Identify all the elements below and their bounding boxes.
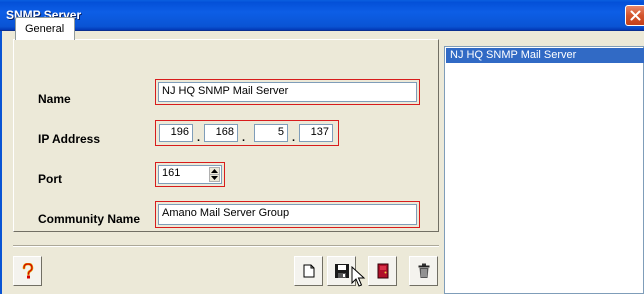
name-label: Name xyxy=(38,92,71,106)
close-icon xyxy=(630,10,641,21)
arrow-down-icon xyxy=(211,176,218,180)
ip-octet-3[interactable]: 5 xyxy=(254,124,288,142)
toolbar-separator xyxy=(13,245,439,247)
community-name-label: Community Name xyxy=(38,212,141,226)
ip-address-highlight-frame: 196 . 168 . 5 . 137 xyxy=(155,120,339,146)
port-label: Port xyxy=(38,172,62,186)
port-spinner[interactable] xyxy=(193,166,221,183)
spin-down-button[interactable] xyxy=(209,174,220,182)
title-bar[interactable]: SNMP Server xyxy=(0,0,644,31)
community-name-input[interactable]: Amano Mail Server Group xyxy=(158,204,417,225)
close-button[interactable] xyxy=(625,5,644,26)
tab-general-label: General xyxy=(25,23,65,35)
exit-door-icon xyxy=(377,263,388,279)
ip-octet-1[interactable]: 196 xyxy=(159,124,193,142)
new-document-icon xyxy=(303,264,314,278)
exit-button[interactable] xyxy=(368,256,397,286)
name-input[interactable]: NJ HQ SNMP Mail Server xyxy=(158,82,417,102)
ip-dot: . xyxy=(197,132,201,144)
help-icon xyxy=(22,263,33,279)
ip-octet-4[interactable]: 137 xyxy=(299,124,333,142)
arrow-up-icon xyxy=(211,169,218,173)
new-button[interactable] xyxy=(294,256,323,286)
tab-general[interactable]: General xyxy=(15,17,75,40)
delete-button[interactable] xyxy=(409,256,438,286)
snmp-server-window: SNMP Server General Name NJ HQ SNMP Mail… xyxy=(0,0,644,294)
server-list[interactable]: NJ HQ SNMP Mail Server xyxy=(444,46,644,294)
ip-dot: . xyxy=(292,132,296,144)
trash-icon xyxy=(418,263,429,278)
list-item[interactable]: NJ HQ SNMP Mail Server xyxy=(446,48,644,63)
mouse-cursor-icon xyxy=(351,266,366,287)
ip-address-label: IP Address xyxy=(38,132,101,146)
ip-dot: . xyxy=(242,132,246,144)
ip-octet-2[interactable]: 168 xyxy=(204,124,238,142)
help-button[interactable] xyxy=(13,256,42,286)
save-disk-icon xyxy=(334,264,349,278)
